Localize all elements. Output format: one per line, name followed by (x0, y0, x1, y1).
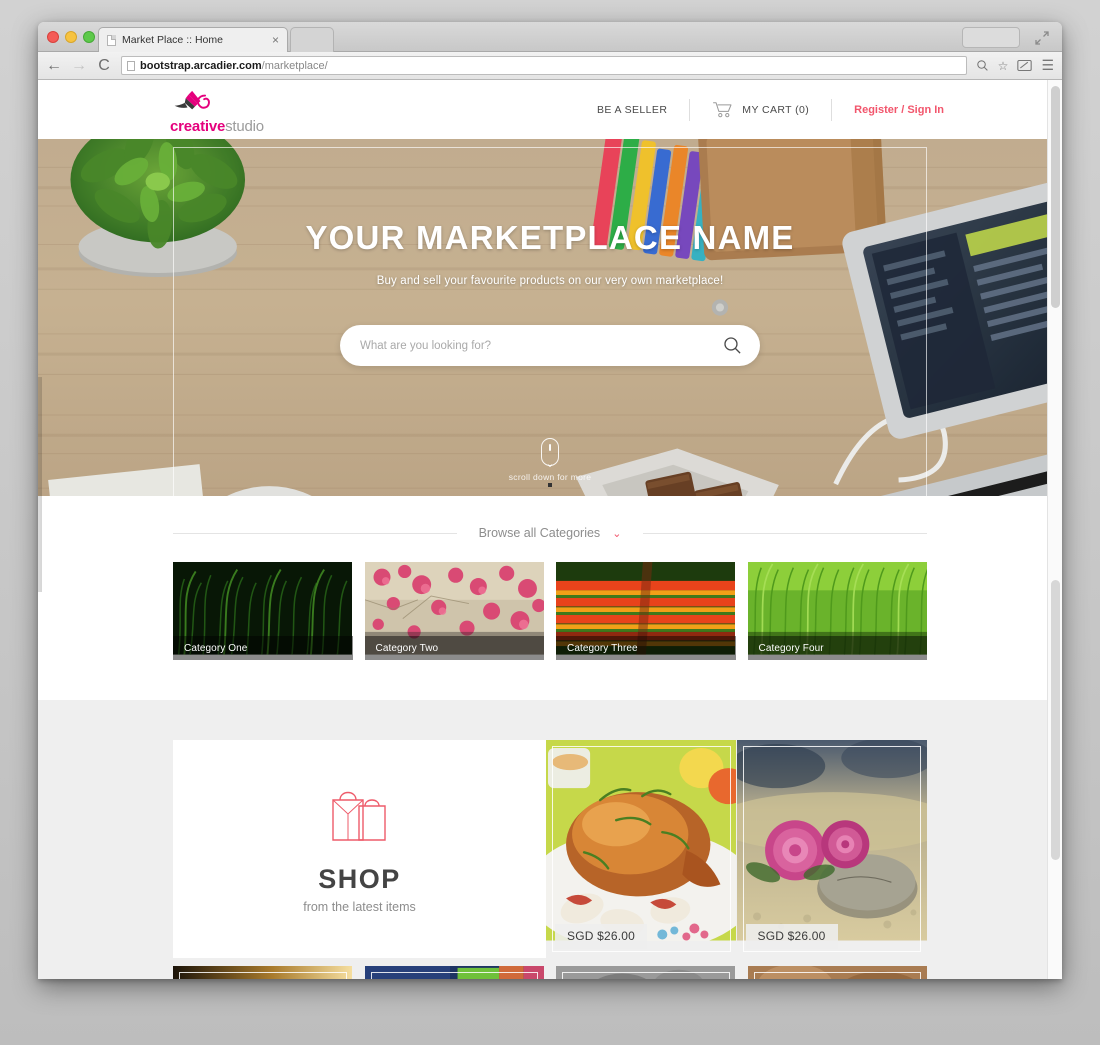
nav-my-cart-label: MY CART (0) (742, 103, 810, 116)
address-bar[interactable]: bootstrap.arcadier.com/marketplace/ (121, 56, 967, 75)
window-minimize-button[interactable] (65, 31, 77, 43)
category-grid: Category One Category Two Category Three… (38, 540, 1062, 660)
product-tile[interactable]: SGD $26.00 (546, 740, 737, 958)
product-tile[interactable] (556, 966, 736, 979)
site-header: creativestudio BE A SELLER MY CART (0) R… (38, 80, 1062, 139)
divider-right (643, 532, 927, 534)
tab-close-icon[interactable]: × (272, 33, 279, 47)
product-decorative-frame (562, 972, 730, 979)
product-decorative-frame (742, 746, 921, 952)
category-tile-label: Category Three (556, 636, 736, 660)
expand-icon[interactable] (1034, 30, 1050, 46)
divider-left (173, 532, 457, 534)
carousel-dot[interactable] (548, 483, 552, 487)
url-domain: bootstrap.arcadier.com (140, 59, 262, 72)
search-input[interactable] (360, 339, 723, 352)
categories-section: Browse all Categories ⌄ Category One Cat… (38, 496, 1062, 700)
header-nav: BE A SELLER MY CART (0) Register / Sign … (575, 80, 966, 139)
product-price: SGD $26.00 (555, 924, 648, 949)
window-maximize-button[interactable] (83, 31, 95, 43)
page-scrollbar-thumb[interactable] (1051, 86, 1060, 308)
hero-subtitle: Buy and sell your favourite products on … (376, 275, 724, 287)
product-decorative-frame (179, 972, 347, 979)
nav-register-signin[interactable]: Register / Sign In (832, 104, 966, 116)
category-tile[interactable]: Category Three (556, 562, 736, 660)
shop-title: SHOP (318, 864, 401, 894)
page-viewport: creativestudio BE A SELLER MY CART (0) R… (38, 80, 1062, 979)
category-tile[interactable]: Category Two (364, 562, 544, 660)
browser-window: Market Place :: Home × ← → C bootstrap.a… (38, 22, 1062, 979)
cart-icon (713, 102, 732, 118)
logo-primary-text: creative (170, 118, 226, 135)
bookmark-star-icon[interactable]: ☆ (998, 59, 1009, 73)
product-decorative-frame (753, 972, 921, 979)
hero-carousel-dots[interactable] (38, 474, 1062, 492)
browser-titlebar: Market Place :: Home × (38, 22, 1062, 52)
browser-tab[interactable]: Market Place :: Home × (98, 27, 288, 52)
hero-search-box[interactable] (340, 325, 760, 366)
shop-subtitle: from the latest items (303, 900, 416, 914)
window-close-button[interactable] (47, 31, 59, 43)
url-path: /marketplace/ (261, 59, 328, 72)
search-icon[interactable] (723, 336, 742, 355)
product-tile[interactable] (364, 966, 545, 979)
hero-title: YOUR MARKETPLACE NAME (305, 219, 795, 256)
cast-icon[interactable] (1017, 59, 1033, 72)
logo-wordmark: creativestudio (170, 119, 280, 134)
shopping-bags-icon (331, 791, 386, 841)
shop-intro-panel: SHOP from the latest items (173, 740, 546, 958)
product-pair: SGD $26.00 SGD $26.00 (546, 740, 927, 958)
browse-all-categories-label: Browse all Categories (478, 526, 601, 540)
page-scrollbar[interactable] (1047, 80, 1062, 979)
category-tile[interactable]: Category Four (747, 562, 927, 660)
browser-toolbar: ← → C bootstrap.arcadier.com/marketplace… (38, 52, 1062, 80)
menu-hamburger-icon[interactable]: ☰ (1041, 57, 1054, 74)
logo-secondary-text: studio (225, 118, 264, 135)
page-scrollbar-thumb-secondary[interactable] (1051, 580, 1060, 860)
browser-tab-label: Market Place :: Home (122, 34, 223, 46)
site-logo[interactable]: creativestudio (170, 90, 280, 134)
page-info-icon (127, 60, 135, 71)
browse-all-categories-button[interactable]: Browse all Categories ⌄ (457, 526, 644, 540)
category-tile[interactable]: Category One (173, 562, 353, 660)
product-tile[interactable] (747, 966, 928, 979)
product-decorative-frame (370, 972, 538, 979)
back-button[interactable]: ← (46, 57, 62, 74)
product-row-secondary (38, 958, 1062, 979)
search-icon[interactable] (976, 59, 989, 72)
product-decorative-frame (552, 746, 731, 952)
page-edge-shadow (38, 377, 42, 592)
product-tile[interactable]: SGD $26.00 (736, 740, 928, 958)
mouse-icon (541, 438, 559, 466)
nav-be-a-seller[interactable]: BE A SELLER (575, 104, 689, 116)
page-favicon (107, 34, 116, 46)
new-tab-button[interactable] (290, 27, 334, 52)
category-tile-label: Category Four (747, 636, 927, 660)
shop-row: SHOP from the latest items SGD $26.00 SG… (38, 740, 1062, 958)
shop-section: SHOP from the latest items SGD $26.00 SG… (38, 700, 1062, 979)
nav-my-cart[interactable]: MY CART (0) (690, 101, 831, 118)
creative-studio-mark-icon (174, 90, 210, 110)
browse-categories-row: Browse all Categories ⌄ (38, 526, 1062, 540)
product-tile[interactable] (173, 966, 353, 979)
product-price: SGD $26.00 (745, 924, 838, 949)
category-tile-label: Category Two (364, 636, 544, 660)
reload-button[interactable]: C (96, 57, 112, 74)
category-tile-label: Category One (173, 636, 353, 660)
window-restore-box[interactable] (962, 27, 1020, 48)
chevron-down-icon: ⌄ (612, 527, 622, 540)
window-controls (47, 31, 95, 43)
forward-button[interactable]: → (71, 57, 87, 74)
hero-banner: YOUR MARKETPLACE NAME Buy and sell your … (38, 139, 1062, 496)
